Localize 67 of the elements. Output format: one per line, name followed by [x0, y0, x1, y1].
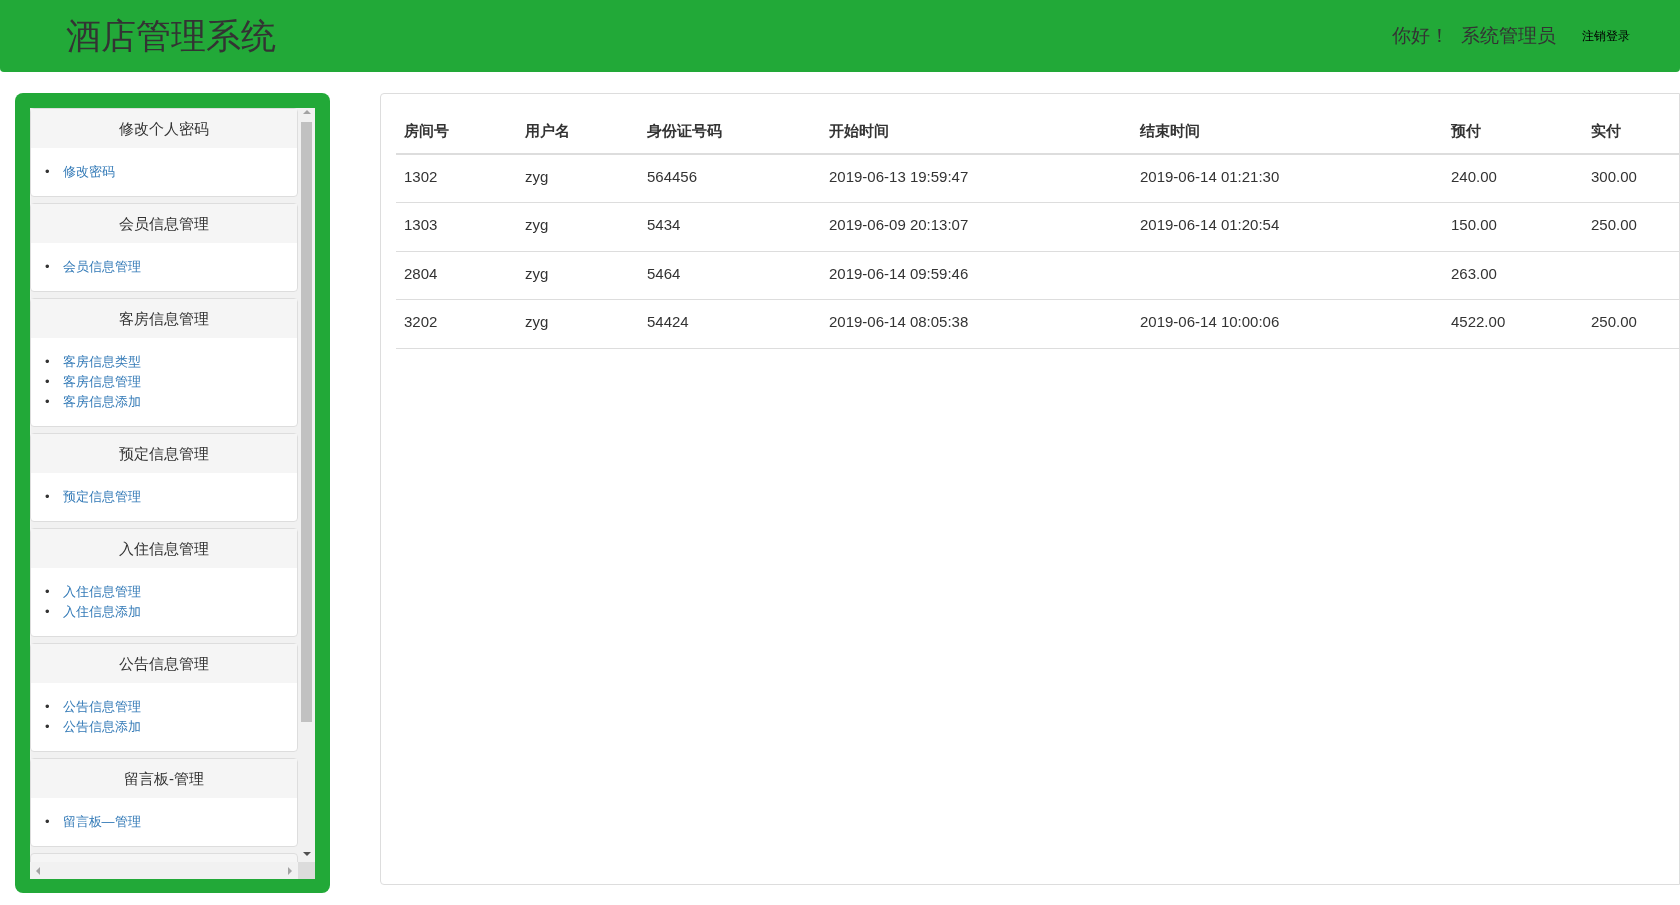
menu-link[interactable]: 客房信息类型 — [62, 352, 141, 372]
bullet: • — [45, 258, 50, 276]
menu-link[interactable]: 客房信息管理 — [62, 372, 141, 392]
table-cell: 240.00 — [1443, 153, 1583, 203]
menu-link[interactable]: 会员信息管理 — [62, 257, 141, 277]
table-cell: 5464 — [639, 251, 821, 300]
table-cell: 250.00 — [1583, 202, 1679, 251]
table-cell: 2019-06-14 01:20:54 — [1132, 202, 1443, 251]
menu-section-title: 会员信息管理 — [31, 204, 297, 243]
menu-link[interactable]: 入住信息添加 — [62, 602, 141, 622]
table-cell: 1302 — [396, 153, 517, 203]
column-header: 用户名 — [517, 107, 639, 154]
column-header: 身份证号码 — [639, 107, 821, 154]
column-header: 实付 — [1583, 107, 1679, 154]
menu-section-title: 客房信息管理 — [31, 299, 297, 338]
bullet: • — [45, 488, 50, 506]
table-cell: 2019-06-14 10:00:06 — [1132, 299, 1443, 348]
menu-section-title: 留言板-管理 — [31, 759, 297, 798]
table-cell: zyg — [517, 202, 639, 251]
menu-link[interactable]: 入住信息管理 — [62, 582, 141, 602]
bullet: • — [45, 583, 50, 601]
menu-link[interactable]: 留言板—管理 — [62, 812, 141, 832]
column-header: 房间号 — [396, 107, 517, 154]
greeting-text: 你好！ — [1392, 23, 1449, 48]
table-cell: zyg — [517, 153, 639, 203]
table-cell: 2019-06-14 01:21:30 — [1132, 153, 1443, 203]
table-cell: 263.00 — [1443, 251, 1583, 300]
table-cell: 564456 — [639, 153, 821, 203]
bullet: • — [45, 353, 50, 371]
menu-link[interactable]: 公告信息管理 — [62, 697, 141, 717]
logout-link[interactable]: 注销登录 — [1582, 27, 1630, 45]
bullet: • — [45, 813, 50, 831]
table-cell: 3202 — [396, 299, 517, 348]
menu-link[interactable]: 修改密码 — [62, 162, 115, 182]
bullet: • — [45, 718, 50, 736]
table-cell: 2804 — [396, 251, 517, 300]
table-cell: zyg — [517, 251, 639, 300]
site-title: 酒店管理系统 — [66, 14, 276, 57]
table-cell: 54424 — [639, 299, 821, 348]
table-cell: 2019-06-14 09:59:46 — [821, 251, 1132, 300]
menu-section-title: 修改个人密码 — [31, 109, 297, 148]
table-cell: 2019-06-14 08:05:38 — [821, 299, 1132, 348]
table-cell: 1303 — [396, 202, 517, 251]
bullet: • — [45, 163, 50, 181]
menu-section-title: 公告信息管理 — [31, 644, 297, 683]
column-header: 结束时间 — [1132, 107, 1443, 154]
bullet: • — [45, 373, 50, 391]
table-cell: 2019-06-13 19:59:47 — [821, 153, 1132, 203]
bullet: • — [45, 603, 50, 621]
menu-link[interactable]: 预定信息管理 — [62, 487, 141, 507]
table-cell: 250.00 — [1583, 299, 1679, 348]
table-cell: 2019-06-09 20:13:07 — [821, 202, 1132, 251]
menu-section-title: 预定信息管理 — [31, 434, 297, 473]
user-name: 系统管理员 — [1461, 23, 1556, 48]
scrollbar-corner — [298, 862, 315, 879]
column-header: 预付 — [1443, 107, 1583, 154]
bullet: • — [45, 698, 50, 716]
menu-link[interactable]: 客房信息添加 — [62, 392, 141, 412]
menu-section-title: 入住信息管理 — [31, 529, 297, 568]
table-cell: 300.00 — [1583, 153, 1679, 203]
menu-link[interactable]: 公告信息添加 — [62, 717, 141, 737]
table-cell: 4522.00 — [1443, 299, 1583, 348]
table-cell: zyg — [517, 299, 639, 348]
column-header: 开始时间 — [821, 107, 1132, 154]
table-cell: 5434 — [639, 202, 821, 251]
table-cell: 150.00 — [1443, 202, 1583, 251]
bullet: • — [45, 393, 50, 411]
